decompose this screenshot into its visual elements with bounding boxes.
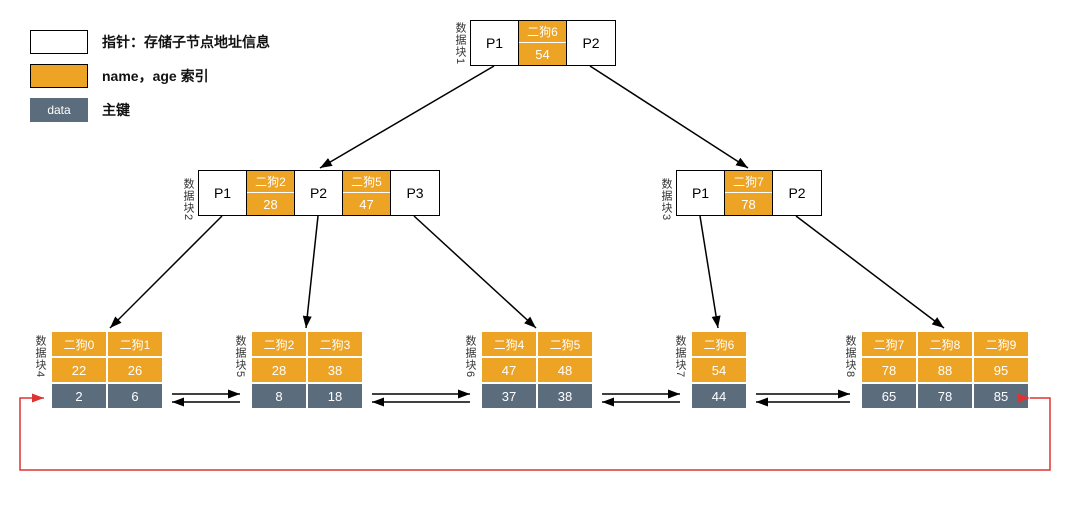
node-root: P1 二狗6 54 P2: [470, 20, 616, 66]
node-mid-left: P1 二狗2 28 P2 二狗5 47 P3: [198, 170, 440, 216]
midl-p1: P1: [199, 171, 247, 215]
root-key1-name: 二狗6: [519, 21, 566, 43]
swatch-pointer: [30, 30, 88, 54]
caption-block5: 数据块5: [232, 335, 248, 378]
l8c1-name: 二狗8: [917, 331, 973, 357]
root-p2: P2: [567, 21, 615, 65]
l8c2-age: 95: [973, 357, 1029, 383]
l5c1-age: 38: [307, 357, 363, 383]
midr-p2: P2: [773, 171, 821, 215]
l6c1-age: 48: [537, 357, 593, 383]
leaf-4: 二狗0222 二狗1266: [50, 330, 164, 410]
midl-p2: P2: [295, 171, 343, 215]
legend-pk-label: 主键: [102, 100, 130, 120]
l7c0-name: 二狗6: [691, 331, 747, 357]
l5c1-pk: 18: [307, 383, 363, 409]
midl-key1-age: 28: [247, 193, 294, 215]
caption-block2: 数据块2: [180, 178, 196, 221]
leaf-8: 二狗77865 二狗88878 二狗99585: [860, 330, 1030, 410]
caption-block7: 数据块7: [672, 335, 688, 378]
l5c0-pk: 8: [251, 383, 307, 409]
legend-pointer-label: 指针：存储子节点地址信息: [102, 32, 270, 52]
l4c1-age: 26: [107, 357, 163, 383]
legend-index-label: name，age 索引: [102, 66, 209, 86]
node-mid-right: P1 二狗7 78 P2: [676, 170, 822, 216]
caption-block4: 数据块4: [32, 335, 48, 378]
caption-block8: 数据块8: [842, 335, 858, 378]
l4c0-age: 22: [51, 357, 107, 383]
l6c1-pk: 38: [537, 383, 593, 409]
l8c1-pk: 78: [917, 383, 973, 409]
legend: 指针：存储子节点地址信息 name，age 索引 data 主键: [30, 30, 270, 132]
midl-key2: 二狗5 47: [343, 171, 391, 215]
caption-block6: 数据块6: [462, 335, 478, 378]
l7c0-age: 54: [691, 357, 747, 383]
l8c2-pk: 85: [973, 383, 1029, 409]
leaf-7: 二狗65444: [690, 330, 748, 410]
l8c0-name: 二狗7: [861, 331, 917, 357]
l6c1-name: 二狗5: [537, 331, 593, 357]
l8c1-age: 88: [917, 357, 973, 383]
legend-row-pointer: 指针：存储子节点地址信息: [30, 30, 270, 54]
l4c0-pk: 2: [51, 383, 107, 409]
root-key1-age: 54: [519, 43, 566, 65]
l6c0-name: 二狗4: [481, 331, 537, 357]
legend-row-index: name，age 索引: [30, 64, 270, 88]
midr-key1-age: 78: [725, 193, 772, 215]
swatch-data: data: [30, 98, 88, 122]
l8c0-age: 78: [861, 357, 917, 383]
l5c1-name: 二狗3: [307, 331, 363, 357]
swatch-index: [30, 64, 88, 88]
leaf-6: 二狗44737 二狗54838: [480, 330, 594, 410]
l4c1-name: 二狗1: [107, 331, 163, 357]
caption-block3: 数据块3: [658, 178, 674, 221]
l5c0-age: 28: [251, 357, 307, 383]
leaf-5: 二狗2288 二狗33818: [250, 330, 364, 410]
midr-key1-name: 二狗7: [725, 171, 772, 193]
midl-key1: 二狗2 28: [247, 171, 295, 215]
l4c1-pk: 6: [107, 383, 163, 409]
caption-block1: 数据块1: [452, 22, 468, 65]
root-key1: 二狗6 54: [519, 21, 567, 65]
l6c0-age: 47: [481, 357, 537, 383]
l6c0-pk: 37: [481, 383, 537, 409]
l8c2-name: 二狗9: [973, 331, 1029, 357]
l7c0-pk: 44: [691, 383, 747, 409]
l8c0-pk: 65: [861, 383, 917, 409]
l4c0-name: 二狗0: [51, 331, 107, 357]
midr-key1: 二狗7 78: [725, 171, 773, 215]
root-p1: P1: [471, 21, 519, 65]
midl-p3: P3: [391, 171, 439, 215]
l5c0-name: 二狗2: [251, 331, 307, 357]
midl-key2-name: 二狗5: [343, 171, 390, 193]
legend-row-pk: data 主键: [30, 98, 270, 122]
midl-key2-age: 47: [343, 193, 390, 215]
midr-p1: P1: [677, 171, 725, 215]
midl-key1-name: 二狗2: [247, 171, 294, 193]
